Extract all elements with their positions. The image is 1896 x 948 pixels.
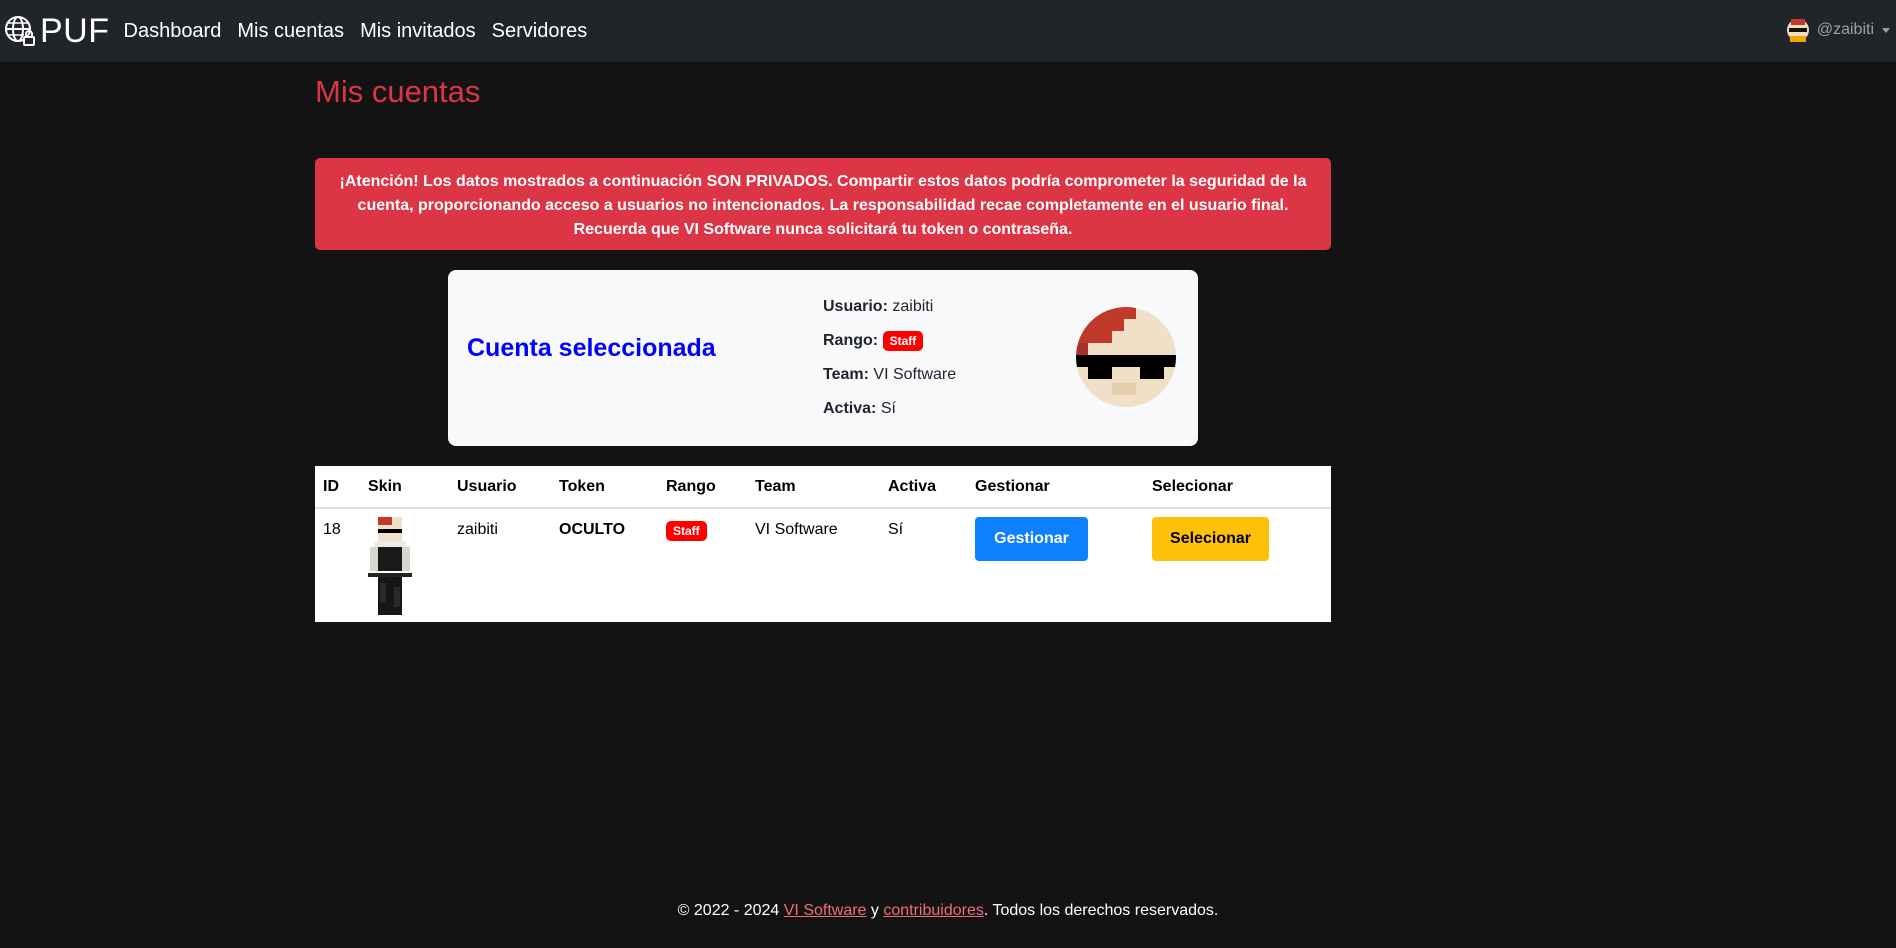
team-value: VI Software <box>873 366 957 383</box>
nav-dashboard[interactable]: Dashboard <box>124 20 222 43</box>
nav-mis-invitados[interactable]: Mis invitados <box>360 20 476 43</box>
user-menu-dropdown[interactable]: @zaibiti <box>1786 18 1890 42</box>
footer-link-contribuidores[interactable]: contribuidores <box>883 902 984 919</box>
row-usuario: zaibiti <box>457 521 498 538</box>
usuario-value: zaibiti <box>892 298 934 315</box>
col-usuario: Usuario <box>449 466 551 509</box>
privacy-alert: ¡Atención! Los datos mostrados a continu… <box>315 158 1331 250</box>
user-avatar-icon <box>1786 19 1809 42</box>
rango-label: Rango: <box>823 332 879 349</box>
col-token: Token <box>551 466 658 509</box>
col-gestionar: Gestionar <box>967 466 1144 509</box>
selecionar-button[interactable]: Selecionar <box>1152 517 1269 561</box>
skin-body-icon <box>368 517 412 615</box>
col-id: ID <box>315 466 360 509</box>
usuario-label: Usuario: <box>823 298 888 315</box>
info-rango: Rango: Staff <box>823 324 956 358</box>
chevron-down-icon <box>1882 27 1890 33</box>
row-token: OCULTO <box>559 521 626 538</box>
col-rango: Rango <box>658 466 747 509</box>
footer-link-vi-software[interactable]: VI Software <box>784 902 867 919</box>
col-team: Team <box>747 466 880 509</box>
card-title: Cuenta seleccionada <box>467 334 716 362</box>
team-label: Team: <box>823 366 869 383</box>
user-handle: @zaibiti <box>1816 21 1874 38</box>
table-row: 18 zaibiti OCULTO Staff VI Software Sí G… <box>315 508 1331 620</box>
page-title: Mis cuentas <box>315 74 481 109</box>
globe-lock-icon <box>5 16 35 46</box>
footer-copyright: © 2022 - 2024 <box>677 902 784 919</box>
selected-account-card: Cuenta seleccionada Usuario: zaibiti Ran… <box>448 270 1198 446</box>
activa-value: Sí <box>880 400 896 417</box>
col-selecionar: Selecionar <box>1144 466 1331 509</box>
table-header-row: ID Skin Usuario Token Rango Team Activa … <box>315 466 1331 509</box>
nav-mis-cuentas[interactable]: Mis cuentas <box>237 20 344 43</box>
rango-badge: Staff <box>666 521 707 541</box>
brand-name: PUF <box>40 11 110 50</box>
activa-label: Activa: <box>823 400 877 417</box>
row-team: VI Software <box>755 521 838 538</box>
alert-strong: ¡Atención! <box>339 173 419 190</box>
rango-badge: Staff <box>882 330 924 351</box>
row-id: 18 <box>323 521 341 538</box>
brand[interactable]: PUF <box>4 12 110 51</box>
footer: © 2022 - 2024 VI Software y contribuidor… <box>0 902 1896 920</box>
row-activa: Sí <box>888 521 904 538</box>
accounts-table: ID Skin Usuario Token Rango Team Activa … <box>315 466 1331 622</box>
footer-and: y <box>866 902 884 919</box>
info-activa: Activa: Sí <box>823 392 956 426</box>
gestionar-button[interactable]: Gestionar <box>975 517 1088 561</box>
footer-rights: . Todos los derechos reservados. <box>983 902 1219 919</box>
info-usuario: Usuario: zaibiti <box>823 290 956 324</box>
skin-head-avatar <box>1076 307 1176 407</box>
info-team: Team: VI Software <box>823 358 956 392</box>
row-rango: Staff <box>658 508 747 620</box>
row-selecionar: Selecionar <box>1144 508 1331 620</box>
row-skin <box>360 508 449 620</box>
nav-servidores[interactable]: Servidores <box>492 20 588 43</box>
account-info: Usuario: zaibiti Rango: Staff Team: VI S… <box>823 290 956 426</box>
navbar: PUF Dashboard Mis cuentas Mis invitados … <box>0 0 1896 62</box>
col-activa: Activa <box>880 466 967 509</box>
col-skin: Skin <box>360 466 449 509</box>
row-gestionar: Gestionar <box>967 508 1144 620</box>
skin-face-icon <box>1076 307 1176 407</box>
alert-text: Los datos mostrados a continuación SON P… <box>357 173 1307 238</box>
